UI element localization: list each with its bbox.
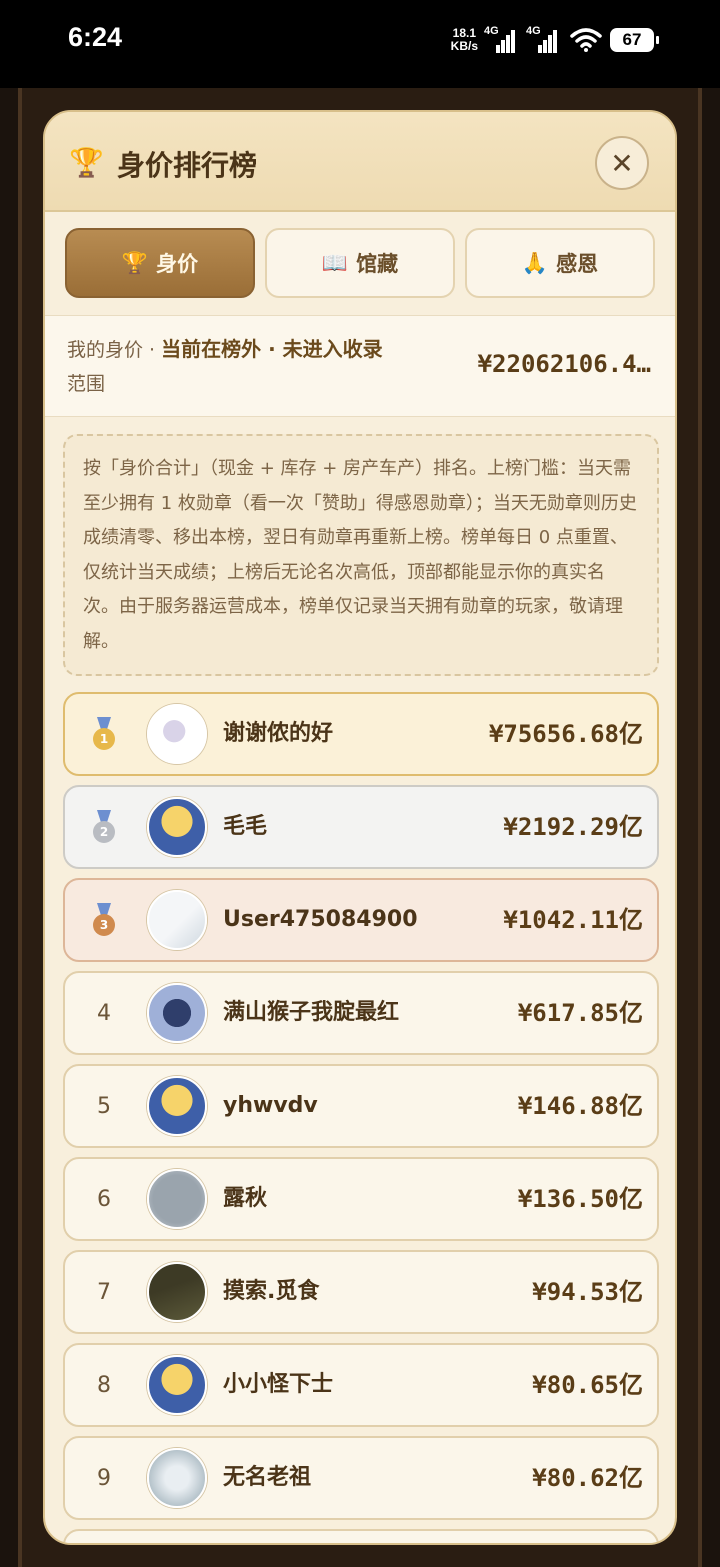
rank-number: 6 [97,1186,111,1212]
tab-label: 馆藏 [356,252,399,276]
leaderboard-row[interactable]: 1 谢谢侬的好 ¥75656.68亿 [63,692,659,776]
trophy-icon: 🏆 [69,146,104,179]
status-time: 6:24 [68,22,123,52]
leaderboard-row[interactable]: 9 无名老祖 ¥80.62亿 [63,1436,659,1520]
player-name: 露秋 [223,1186,268,1211]
my-worth-label: 我的身价 · 当前在榜外 · 未进入收录 范围 [67,337,383,395]
player-name: yhwvdv [223,1093,318,1118]
leaderboard-row[interactable]: 6 露秋 ¥136.50亿 [63,1157,659,1241]
signal-icon: 4G [484,25,520,53]
signal-icon: 4G [526,25,562,53]
player-worth: ¥146.88亿 [517,1092,643,1120]
player-worth: ¥75656.68亿 [488,720,643,748]
leaderboard-row[interactable]: 2 毛毛 ¥2192.29亿 [63,785,659,869]
tab-label: 感恩 [556,252,599,276]
my-worth-value: ¥22062106.4… [477,350,651,378]
rank-number: 5 [97,1093,111,1119]
gold-medal-icon: 1 [85,694,123,774]
player-name: 谢谢侬的好 [223,721,334,746]
praying-hands-icon: 🙏 [521,250,549,275]
avatar [147,1355,207,1415]
modal-title: 身价排行榜 [117,149,258,182]
battery-icon: 67 [610,28,659,52]
player-worth: ¥80.65亿 [532,1371,643,1399]
player-worth: ¥617.85亿 [517,999,643,1027]
player-name: 满山猴子我腚最红 [223,1000,400,1025]
tab-worth[interactable]: 🏆 身价 [65,228,255,298]
avatar [147,704,207,764]
bronze-medal-icon: 3 [85,880,123,960]
avatar [147,983,207,1043]
avatar [147,1448,207,1508]
tab-collection[interactable]: 📖 馆藏 [265,228,455,298]
leaderboard-row[interactable]: 4 满山猴子我腚最红 ¥617.85亿 [63,971,659,1055]
tab-bar: 🏆 身价 📖 馆藏 🙏 感恩 [65,228,657,300]
trophy-icon: 🏆 [121,250,149,275]
avatar [147,1169,207,1229]
avatar [147,1262,207,1322]
tab-gratitude[interactable]: 🙏 感恩 [465,228,655,298]
silver-medal-icon: 2 [85,787,123,867]
player-worth: ¥2192.29亿 [503,813,643,841]
rank-number: 8 [97,1372,111,1398]
player-worth: ¥94.53亿 [532,1278,643,1306]
avatar [147,1076,207,1136]
sim1-label: 4G [484,25,499,37]
book-icon: 📖 [321,250,349,275]
network-speed-unit: KB/s [450,39,478,53]
player-worth: ¥136.50亿 [517,1185,643,1213]
rank-number: 7 [97,1279,111,1305]
player-name: 毛毛 [223,814,268,839]
player-name: 无名老祖 [223,1465,312,1490]
avatar [147,797,207,857]
player-name: User475084900 [223,907,418,932]
leaderboard-row[interactable]: 7 摸索.觅食 ¥94.53亿 [63,1250,659,1334]
status-bar: 6:24 18.1 KB/s 4G 4G 67 [0,0,720,88]
medal-badge: 2 [91,810,117,844]
close-icon: ✕ [610,146,634,180]
leaderboard-row[interactable]: 5 yhwvdv ¥146.88亿 [63,1064,659,1148]
medal-badge: 1 [91,717,117,751]
medal-badge: 3 [91,903,117,937]
leaderboard-row[interactable] [63,1529,659,1543]
sim2-label: 4G [526,25,541,37]
rank-number: 9 [97,1465,111,1491]
network-speed: 18.1 KB/s [451,27,478,53]
player-name: 摸索.觅食 [223,1279,320,1304]
leaderboard-modal: 🏆 身价排行榜 ✕ 🏆 身价 📖 馆藏 🙏 感恩 我的身价 · 当前在榜外 · … [43,110,677,1545]
modal-header: 🏆 身价排行榜 ✕ [45,112,675,212]
close-button[interactable]: ✕ [595,136,649,190]
my-rank-status: 当前在榜外 · 未进入收录 [161,337,383,361]
status-indicators: 18.1 KB/s 4G 4G 67 [451,22,659,58]
wifi-icon [570,28,602,52]
leaderboard-row[interactable]: 3 User475084900 ¥1042.11亿 [63,878,659,962]
player-worth: ¥1042.11亿 [503,906,643,934]
player-name: 小小怪下士 [223,1372,334,1397]
avatar [147,890,207,950]
ranking-rules-notice: 按「身价合计」（现金 + 库存 + 房产车产）排名。上榜门槛：当天需至少拥有 1… [63,434,659,676]
my-worth-panel: 我的身价 · 当前在榜外 · 未进入收录 范围 ¥22062106.4… [45,315,675,417]
tab-label: 身价 [156,252,199,276]
rank-number: 4 [97,1000,111,1026]
leaderboard-row[interactable]: 8 小小怪下士 ¥80.65亿 [63,1343,659,1427]
player-worth: ¥80.62亿 [532,1464,643,1492]
